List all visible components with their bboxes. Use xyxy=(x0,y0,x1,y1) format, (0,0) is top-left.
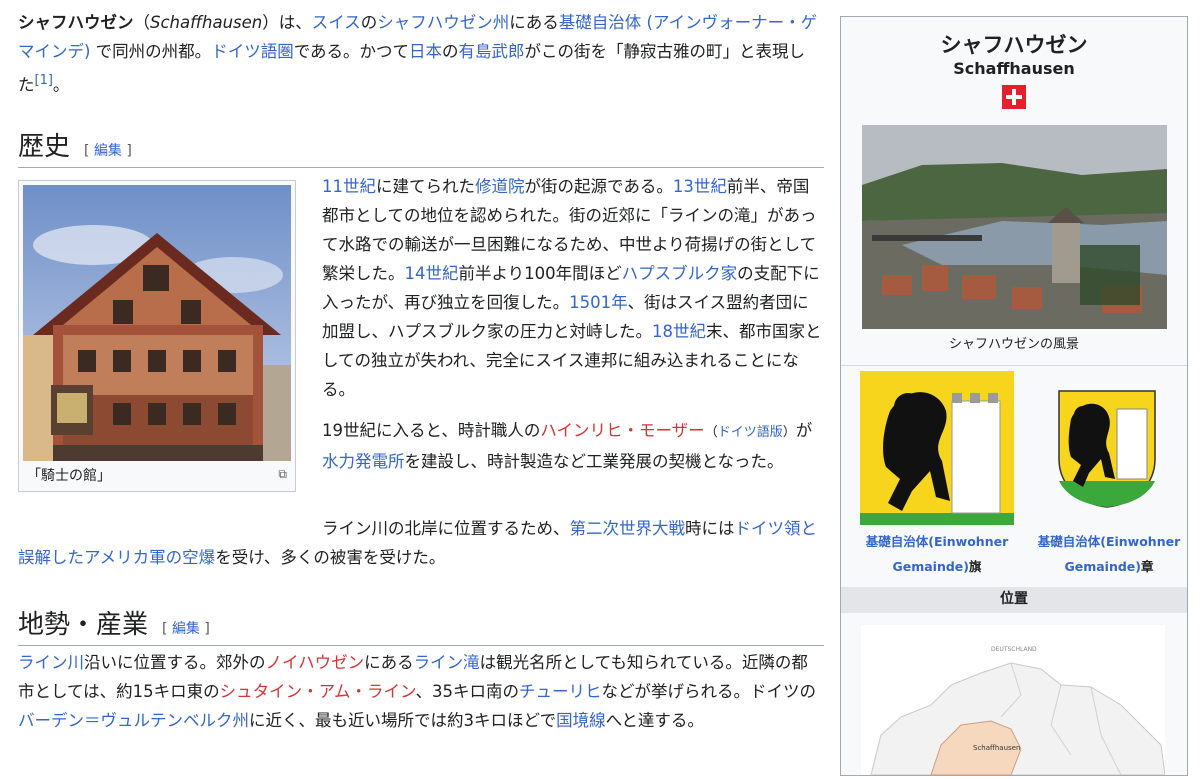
city-view-image[interactable] xyxy=(862,125,1167,329)
edit-section-history: [ 編集 ] xyxy=(84,143,132,159)
history-paragraph-3: ライン川の北岸に位置するため、第二次世界大戦時にはドイツ領と誤解したアメリカ軍の… xyxy=(18,519,817,567)
infobox-subtitle: Schaffhausen xyxy=(953,59,1075,78)
edit-link-history[interactable]: 編集 xyxy=(94,143,122,159)
history-paragraph-1: 11世紀に建てられた修道院が街の起源である。13世紀前半、帝国都市としての地位を… xyxy=(322,177,822,399)
link-rhine-falls[interactable]: ライン滝 xyxy=(414,653,480,672)
link-ww2[interactable]: 第二次世界大戦 xyxy=(570,519,686,538)
geography-paragraph: ライン川沿いに位置する。郊外のノイハウゼンにあるライン滝は観光名所としても知られ… xyxy=(18,653,817,730)
link-baden-wurttemberg[interactable]: バーデン＝ヴュルテンベルク州 xyxy=(18,711,249,730)
heading-history: 歴史[ 編集 ] xyxy=(18,126,824,168)
lead-paragraph: シャフハウゼン（Schaffhausen）は、スイスのシャフハウゼン州にある基礎… xyxy=(18,13,818,95)
link-neuhausen[interactable]: ノイハウゼン xyxy=(266,653,365,672)
flag-caption: 基礎自治体(Einwohner Gemainde)旗 xyxy=(865,534,1009,574)
link-13th-century[interactable]: 13世紀 xyxy=(673,177,727,196)
link-zurich[interactable]: チューリヒ xyxy=(519,682,602,701)
link-arishima[interactable]: 有島武郎 xyxy=(459,42,525,61)
map-label-city: Schaffhausen xyxy=(973,744,1020,752)
link-german-version[interactable]: ドイツ語版 xyxy=(718,425,783,440)
link-hydro-plant[interactable]: 水力発電所 xyxy=(322,452,405,471)
location-map[interactable]: DEUTSCHLAND Schaffhausen xyxy=(861,625,1166,776)
history-paragraph-2: 19世紀に入ると、時計職人のハインリヒ・モーザー（ドイツ語版）が水力発電所を建設… xyxy=(322,421,813,471)
thumbnail-caption: 「騎士の館」 xyxy=(27,468,111,484)
knight-house-image[interactable] xyxy=(23,185,291,461)
link-german-area[interactable]: ドイツ語圏 xyxy=(211,42,294,61)
heading-geography: 地勢・産業[ 編集 ] xyxy=(18,604,824,646)
infobox-title: シャフハウゼン xyxy=(940,33,1088,57)
link-switzerland[interactable]: スイス xyxy=(312,13,361,32)
link-border[interactable]: 国境線 xyxy=(556,711,606,730)
infobox: シャフハウゼン Schaffhausen シャフハウゼンの風景 基礎自治体(Ei… xyxy=(840,16,1188,776)
link-heinrich-moser[interactable]: ハインリヒ・モーザー xyxy=(540,421,704,440)
infobox-image-caption: シャフハウゼンの風景 xyxy=(948,337,1079,352)
swiss-flag-icon[interactable] xyxy=(1002,85,1026,109)
coat-caption: 基礎自治体(Einwohner Gemainde)章 xyxy=(1037,534,1181,574)
link-rhine[interactable]: ライン川 xyxy=(18,653,84,672)
link-habsburg[interactable]: ハプスブルク家 xyxy=(622,264,738,283)
link-coat-municipality[interactable]: 基礎自治体(Einwohner Gemainde) xyxy=(1038,534,1181,574)
edit-section-geo: [ 編集 ] xyxy=(162,621,210,637)
infobox-divider xyxy=(841,365,1187,366)
coat-of-arms-image[interactable] xyxy=(1057,389,1157,509)
link-stein-am-rhein[interactable]: シュタイン・アム・ライン xyxy=(220,682,416,701)
link-11th-century[interactable]: 11世紀 xyxy=(322,177,376,196)
link-18th-century[interactable]: 18世紀 xyxy=(652,322,706,341)
position-header: 位置 xyxy=(841,587,1187,613)
link-flag-municipality[interactable]: 基礎自治体(Einwohner Gemainde) xyxy=(866,534,1009,574)
link-canton[interactable]: シャフハウゼン州 xyxy=(377,13,509,32)
link-14th-century[interactable]: 14世紀 xyxy=(405,264,459,283)
edit-link-geo[interactable]: 編集 xyxy=(172,621,200,637)
municipal-flag-image[interactable] xyxy=(860,371,1014,525)
enlarge-icon[interactable]: ⧉ xyxy=(278,467,287,482)
map-label-country: DEUTSCHLAND xyxy=(991,646,1037,653)
link-monastery[interactable]: 修道院 xyxy=(475,177,525,196)
reference-1[interactable]: [1] xyxy=(35,73,53,88)
link-1501[interactable]: 1501年 xyxy=(569,293,628,312)
link-japan[interactable]: 日本 xyxy=(409,42,442,61)
thumbnail-knight-house: 「騎士の館」 ⧉ xyxy=(18,180,296,492)
article-title: シャフハウゼン xyxy=(18,13,134,32)
